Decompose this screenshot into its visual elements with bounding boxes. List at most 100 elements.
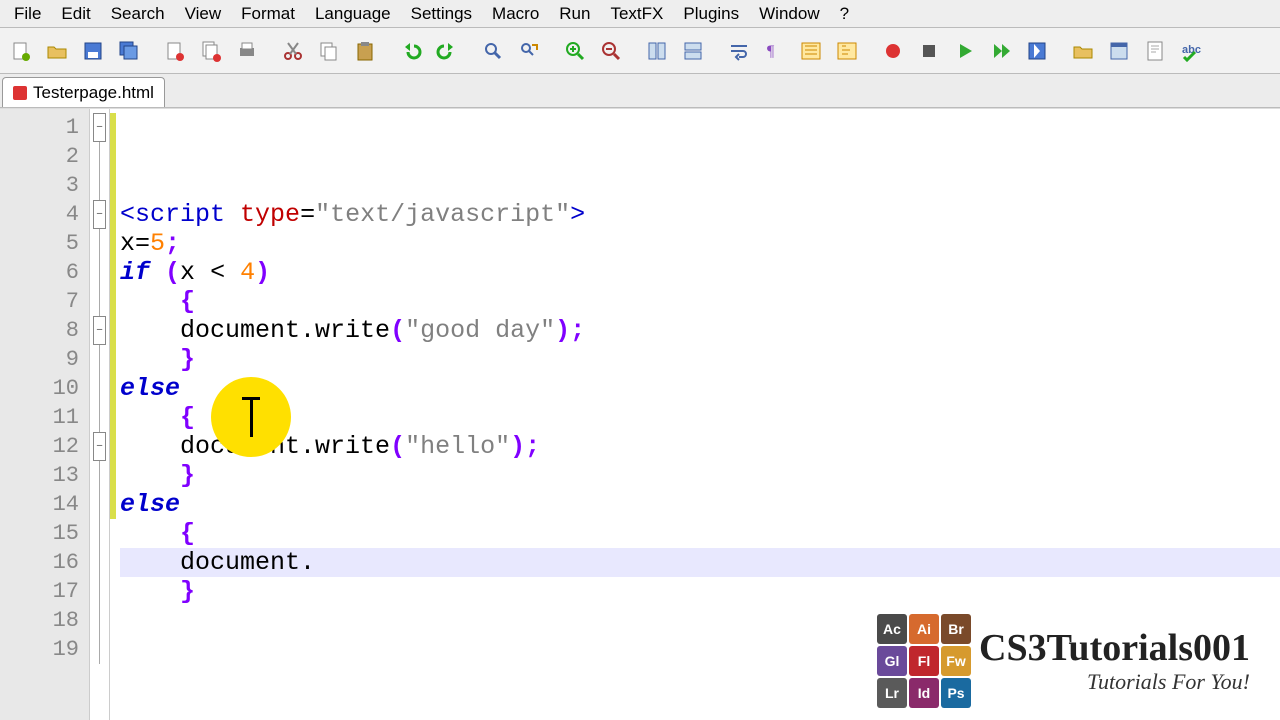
app-icon-ai: Ai xyxy=(909,614,939,644)
cursor-highlight-annotation xyxy=(211,377,291,457)
code-line[interactable]: document.write("hello"); xyxy=(120,432,1280,461)
fold-marker xyxy=(90,461,109,490)
doc-map-button[interactable] xyxy=(1138,34,1172,68)
menu-?[interactable]: ? xyxy=(830,2,859,26)
menu-window[interactable]: Window xyxy=(749,2,829,26)
close-button[interactable] xyxy=(158,34,192,68)
menu-file[interactable]: File xyxy=(4,2,51,26)
menubar: FileEditSearchViewFormatLanguageSettings… xyxy=(0,0,1280,28)
paste-button[interactable] xyxy=(348,34,382,68)
sync-h-button[interactable] xyxy=(676,34,710,68)
file-tab[interactable]: Testerpage.html xyxy=(2,77,165,107)
line-number: 13 xyxy=(0,461,89,490)
code-line[interactable]: document.write("good day"); xyxy=(120,316,1280,345)
fold-marker[interactable]: − xyxy=(90,316,109,345)
file-modified-icon xyxy=(13,86,27,100)
menu-edit[interactable]: Edit xyxy=(51,2,100,26)
record-button[interactable] xyxy=(876,34,910,68)
find-button[interactable] xyxy=(476,34,510,68)
svg-text:¶: ¶ xyxy=(767,43,775,60)
fold-marker xyxy=(90,171,109,200)
fold-marker xyxy=(90,635,109,664)
copy-button[interactable] xyxy=(312,34,346,68)
fold-marker xyxy=(90,287,109,316)
play-multi-button[interactable] xyxy=(984,34,1018,68)
app-icon-gl: Gl xyxy=(877,646,907,676)
save-macro-button[interactable] xyxy=(1020,34,1054,68)
code-line[interactable]: document. xyxy=(120,548,1280,577)
cut-button[interactable] xyxy=(276,34,310,68)
fold-marker xyxy=(90,258,109,287)
line-number: 11 xyxy=(0,403,89,432)
print-button[interactable] xyxy=(230,34,264,68)
fold-marker xyxy=(90,577,109,606)
redo-button[interactable] xyxy=(430,34,464,68)
eol-button[interactable] xyxy=(830,34,864,68)
line-number: 16 xyxy=(0,548,89,577)
menu-view[interactable]: View xyxy=(175,2,232,26)
menu-language[interactable]: Language xyxy=(305,2,401,26)
watermark-title: CS3Tutorials001 xyxy=(979,629,1250,667)
line-number: 12 xyxy=(0,432,89,461)
code-line[interactable]: } xyxy=(120,461,1280,490)
code-line[interactable]: else xyxy=(120,490,1280,519)
line-number: 10 xyxy=(0,374,89,403)
save-all-button[interactable] xyxy=(112,34,146,68)
stop-button[interactable] xyxy=(912,34,946,68)
fold-marker[interactable]: − xyxy=(90,113,109,142)
menu-search[interactable]: Search xyxy=(101,2,175,26)
menu-textfx[interactable]: TextFX xyxy=(600,2,673,26)
indent-guide-button[interactable] xyxy=(794,34,828,68)
sync-v-button[interactable] xyxy=(640,34,674,68)
code-line[interactable]: x=5; xyxy=(120,229,1280,258)
fold-marker xyxy=(90,490,109,519)
line-number: 3 xyxy=(0,171,89,200)
spell-button[interactable]: abc xyxy=(1174,34,1208,68)
line-number: 4 xyxy=(0,200,89,229)
code-line[interactable]: { xyxy=(120,403,1280,432)
line-number-gutter: 12345678910111213141516171819 xyxy=(0,109,90,720)
tab-filename: Testerpage.html xyxy=(33,83,154,103)
code-line[interactable]: } xyxy=(120,577,1280,606)
fold-marker xyxy=(90,606,109,635)
code-line[interactable]: } xyxy=(120,345,1280,374)
watermark-subtitle: Tutorials For You! xyxy=(1087,671,1250,693)
fold-marker xyxy=(90,374,109,403)
fold-marker[interactable]: − xyxy=(90,200,109,229)
open-button[interactable] xyxy=(40,34,74,68)
code-line[interactable]: <script type="text/javascript"> xyxy=(120,200,1280,229)
menu-settings[interactable]: Settings xyxy=(401,2,482,26)
zoom-in-button[interactable] xyxy=(558,34,592,68)
app-icon-ac: Ac xyxy=(877,614,907,644)
undo-button[interactable] xyxy=(394,34,428,68)
line-number: 18 xyxy=(0,606,89,635)
menu-macro[interactable]: Macro xyxy=(482,2,549,26)
zoom-out-button[interactable] xyxy=(594,34,628,68)
new-button[interactable] xyxy=(4,34,38,68)
code-line[interactable]: else xyxy=(120,374,1280,403)
show-all-button[interactable]: ¶ xyxy=(758,34,792,68)
line-number: 19 xyxy=(0,635,89,664)
fold-marker[interactable]: − xyxy=(90,432,109,461)
app-icon-br: Br xyxy=(941,614,971,644)
line-number: 2 xyxy=(0,142,89,171)
save-button[interactable] xyxy=(76,34,110,68)
app-icon-id: Id xyxy=(909,678,939,708)
close-all-button[interactable] xyxy=(194,34,228,68)
folder-button[interactable] xyxy=(1066,34,1100,68)
play-button[interactable] xyxy=(948,34,982,68)
watermark: AcAiBrGlFlFwLrIdPs CS3Tutorials001 Tutor… xyxy=(877,614,1250,708)
wrap-button[interactable] xyxy=(722,34,756,68)
app-icon-fw: Fw xyxy=(941,646,971,676)
replace-button[interactable] xyxy=(512,34,546,68)
code-line[interactable]: { xyxy=(120,287,1280,316)
menu-format[interactable]: Format xyxy=(231,2,305,26)
menu-run[interactable]: Run xyxy=(549,2,600,26)
line-number: 7 xyxy=(0,287,89,316)
toolbar: ¶ abc xyxy=(0,28,1280,74)
code-line[interactable]: { xyxy=(120,519,1280,548)
code-line[interactable]: if (x < 4) xyxy=(120,258,1280,287)
explorer-button[interactable] xyxy=(1102,34,1136,68)
menu-plugins[interactable]: Plugins xyxy=(673,2,749,26)
fold-marker xyxy=(90,142,109,171)
